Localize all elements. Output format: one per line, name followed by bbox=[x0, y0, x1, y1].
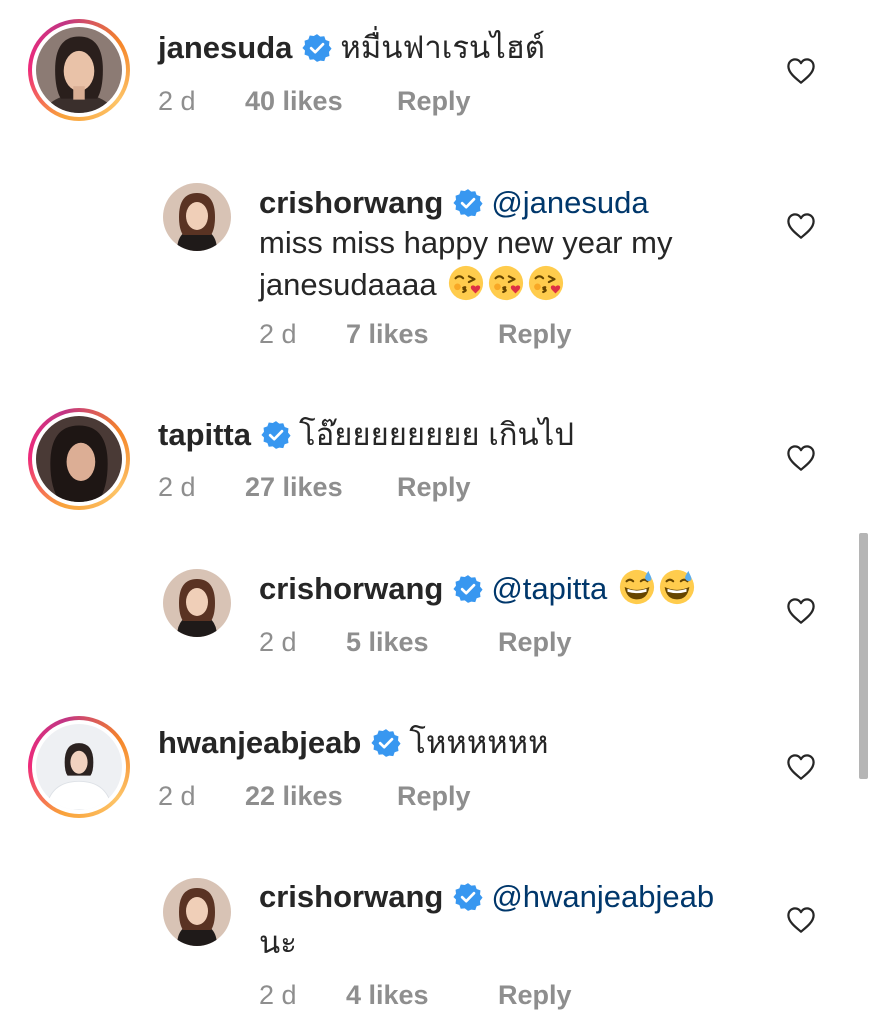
likes-count[interactable]: 40 likes bbox=[245, 84, 397, 118]
face-blowing-kiss-emoji bbox=[447, 264, 485, 302]
timestamp: 2 d bbox=[158, 86, 196, 116]
username[interactable]: crishorwang bbox=[259, 571, 443, 606]
reply-button[interactable]: Reply bbox=[397, 470, 471, 504]
mention-link[interactable]: @tapitta bbox=[491, 571, 607, 606]
reply-button[interactable]: Reply bbox=[397, 779, 471, 813]
verified-badge-icon bbox=[453, 188, 483, 218]
reply-button[interactable]: Reply bbox=[498, 625, 572, 659]
timestamp: 2 d bbox=[259, 980, 297, 1010]
avatar[interactable] bbox=[163, 878, 231, 946]
reply-button[interactable]: Reply bbox=[397, 84, 471, 118]
heart-outline-icon[interactable] bbox=[786, 212, 816, 240]
mention-link[interactable]: @hwanjeabjeab bbox=[491, 879, 714, 914]
verified-badge-icon bbox=[371, 728, 401, 758]
profile-photo bbox=[36, 416, 122, 502]
profile-photo bbox=[163, 569, 231, 637]
heart-outline-icon[interactable] bbox=[786, 597, 816, 625]
mention-link[interactable]: @janesuda bbox=[491, 185, 648, 220]
scrollbar[interactable] bbox=[859, 533, 868, 779]
username[interactable]: janesuda bbox=[158, 30, 292, 65]
grinning-face-with-sweat-emoji bbox=[618, 568, 656, 606]
heart-outline-icon[interactable] bbox=[786, 444, 816, 472]
avatar[interactable] bbox=[28, 716, 130, 818]
avatar[interactable] bbox=[28, 408, 130, 510]
timestamp: 2 d bbox=[158, 781, 196, 811]
profile-photo bbox=[36, 27, 122, 113]
profile-photo bbox=[163, 878, 231, 946]
username[interactable]: crishorwang bbox=[259, 185, 443, 220]
comment-text: นะ bbox=[259, 925, 297, 960]
verified-badge-icon bbox=[261, 420, 291, 450]
reply-button[interactable]: Reply bbox=[498, 978, 572, 1012]
likes-count[interactable]: 22 likes bbox=[245, 779, 397, 813]
heart-outline-icon[interactable] bbox=[786, 57, 816, 85]
timestamp: 2 d bbox=[259, 319, 297, 349]
heart-outline-icon[interactable] bbox=[786, 753, 816, 781]
grinning-face-with-sweat-emoji bbox=[658, 568, 696, 606]
face-blowing-kiss-emoji bbox=[487, 264, 525, 302]
profile-photo bbox=[36, 724, 122, 810]
avatar[interactable] bbox=[163, 569, 231, 637]
verified-badge-icon bbox=[302, 33, 332, 63]
likes-count[interactable]: 7 likes bbox=[346, 317, 498, 351]
timestamp: 2 d bbox=[158, 472, 196, 502]
profile-photo bbox=[163, 183, 231, 251]
heart-outline-icon[interactable] bbox=[786, 906, 816, 934]
avatar[interactable] bbox=[28, 19, 130, 121]
avatar[interactable] bbox=[163, 183, 231, 251]
comment-text: janesudaaaa bbox=[259, 267, 437, 302]
username[interactable]: hwanjeabjeab bbox=[158, 725, 361, 760]
timestamp: 2 d bbox=[259, 627, 297, 657]
likes-count[interactable]: 27 likes bbox=[245, 470, 397, 504]
username[interactable]: tapitta bbox=[158, 417, 251, 452]
username[interactable]: crishorwang bbox=[259, 879, 443, 914]
verified-badge-icon bbox=[453, 882, 483, 912]
verified-badge-icon bbox=[453, 574, 483, 604]
comment-text: โอ๊ยยยยยยยย เกินไป bbox=[299, 417, 575, 452]
likes-count[interactable]: 4 likes bbox=[346, 978, 498, 1012]
comment-text: หมื่นฟาเรนไฮต์ bbox=[340, 30, 545, 65]
reply-button[interactable]: Reply bbox=[498, 317, 572, 351]
comment-text: โหหหหหห bbox=[409, 725, 549, 760]
comment-text: miss miss happy new year my bbox=[259, 225, 673, 260]
likes-count[interactable]: 5 likes bbox=[346, 625, 498, 659]
face-blowing-kiss-emoji bbox=[527, 264, 565, 302]
